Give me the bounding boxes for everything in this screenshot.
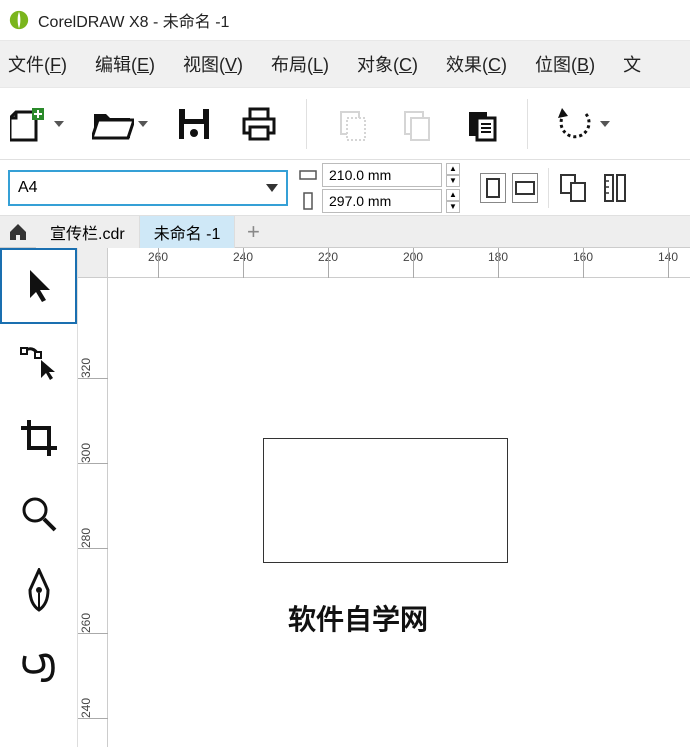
editor-area: 260 240 220 200 180 160 140 320 300 280 …	[78, 248, 690, 747]
title-bar: CorelDRAW X8 - 未命名 -1	[0, 0, 690, 40]
chevron-down-icon	[600, 119, 610, 129]
orientation-group	[480, 173, 538, 203]
document-tabs: 宣传栏.cdr 未命名 -1 +	[0, 216, 690, 248]
toolbox	[0, 248, 78, 747]
units-button[interactable]	[603, 173, 627, 203]
page-width-field[interactable]: 210.0 mm	[322, 163, 442, 187]
page-preset-value: A4	[18, 179, 38, 197]
menu-edit[interactable]: 编辑(E)	[95, 51, 155, 77]
open-button[interactable]	[92, 106, 148, 142]
add-tab-button[interactable]: +	[235, 219, 271, 245]
canvas[interactable]: 软件自学网	[108, 278, 690, 747]
width-icon	[298, 165, 318, 185]
page-dimensions: 210.0 mm ▲▼ 297.0 mm ▲▼	[298, 163, 460, 213]
height-spinner[interactable]: ▲▼	[446, 189, 460, 213]
cut-button[interactable]	[335, 106, 371, 142]
tab-document-0[interactable]: 宣传栏.cdr	[36, 216, 140, 248]
page-preset-dropdown[interactable]: A4	[8, 170, 288, 206]
freehand-tool[interactable]	[0, 628, 77, 704]
zoom-tool[interactable]	[0, 476, 77, 552]
freehand-icon	[19, 646, 59, 686]
canvas-text-object[interactable]: 软件自学网	[288, 598, 428, 638]
page-height-field[interactable]: 297.0 mm	[322, 189, 442, 213]
menu-file[interactable]: 文件(F)	[8, 51, 67, 77]
crop-tool[interactable]	[0, 400, 77, 476]
window-title: CorelDRAW X8 - 未命名 -1	[38, 8, 229, 32]
pick-tool[interactable]	[0, 248, 77, 324]
home-icon	[8, 222, 28, 242]
save-button[interactable]	[176, 106, 212, 142]
page-options-button[interactable]	[559, 173, 593, 203]
vertical-ruler[interactable]: 320 300 280 260 240	[78, 278, 108, 747]
menu-layout[interactable]: 布局(L)	[271, 51, 329, 77]
chevron-down-icon	[54, 119, 64, 129]
home-tab-button[interactable]	[0, 222, 36, 242]
undo-button[interactable]	[556, 106, 610, 142]
shape-tool[interactable]	[0, 324, 77, 400]
print-button[interactable]	[240, 105, 278, 143]
crop-icon	[19, 418, 59, 458]
separator	[548, 168, 549, 208]
horizontal-ruler[interactable]: 260 240 220 200 180 160 140	[108, 248, 690, 278]
ruler-corner[interactable]	[78, 248, 108, 278]
menu-object[interactable]: 对象(C)	[357, 51, 418, 77]
portrait-button[interactable]	[480, 173, 506, 203]
pen-tool[interactable]	[0, 552, 77, 628]
menu-effect[interactable]: 效果(C)	[446, 51, 507, 77]
new-document-button[interactable]	[10, 104, 64, 144]
height-icon	[298, 191, 318, 211]
menu-view[interactable]: 视图(V)	[183, 51, 243, 77]
separator	[306, 99, 307, 149]
page-rectangle[interactable]	[263, 438, 508, 563]
workspace: 260 240 220 200 180 160 140 320 300 280 …	[0, 248, 690, 747]
property-bar: A4 210.0 mm ▲▼ 297.0 mm ▲▼	[0, 160, 690, 216]
app-logo-icon	[8, 9, 30, 31]
chevron-down-icon	[138, 119, 148, 129]
copy-button[interactable]	[399, 106, 435, 142]
magnifier-icon	[19, 494, 59, 534]
tab-document-1[interactable]: 未命名 -1	[140, 216, 236, 248]
width-spinner[interactable]: ▲▼	[446, 163, 460, 187]
paste-button[interactable]	[463, 106, 499, 142]
landscape-button[interactable]	[512, 173, 538, 203]
menu-bar: 文件(F) 编辑(E) 视图(V) 布局(L) 对象(C) 效果(C) 位图(B…	[0, 40, 690, 88]
pointer-icon	[22, 266, 56, 306]
chevron-down-icon	[266, 182, 278, 194]
separator	[527, 99, 528, 149]
pen-nib-icon	[22, 568, 56, 612]
menu-bitmap[interactable]: 位图(B)	[535, 51, 595, 77]
shape-edit-icon	[19, 342, 59, 382]
menu-text[interactable]: 文	[623, 51, 641, 77]
standard-toolbar	[0, 88, 690, 160]
